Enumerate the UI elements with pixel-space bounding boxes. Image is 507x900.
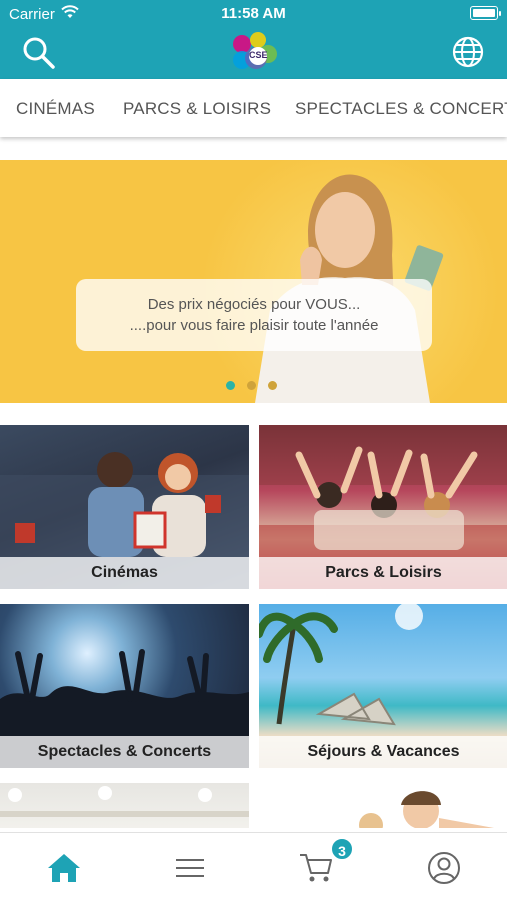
tab-parcs-loisirs[interactable]: PARCS & LOISIRS: [123, 99, 271, 119]
status-time: 11:58 AM: [221, 5, 286, 22]
ceiling-lights-image: [0, 786, 249, 817]
cart-icon[interactable]: [298, 851, 334, 885]
app-header: Carrier 11:58 AM CSE: [0, 0, 507, 79]
status-bar: Carrier 11:58 AM: [0, 0, 507, 28]
battery-icon: [470, 6, 501, 20]
logo-text: CSE: [249, 50, 268, 60]
category-label-spectacles-concerts: Spectacles & Concerts: [0, 736, 249, 768]
category-card-sejours-vacances[interactable]: Séjours & Vacances: [259, 604, 507, 768]
bottom-nav: [0, 832, 507, 900]
menu-icon[interactable]: [172, 851, 208, 885]
smiling-people-image: [359, 791, 494, 828]
category-card-spectacles-concerts[interactable]: Spectacles & Concerts: [0, 604, 249, 768]
search-icon[interactable]: [22, 36, 56, 70]
carousel-dot-2[interactable]: [247, 381, 256, 390]
banner-caption: Des prix négociés pour VOUS... ....pour …: [76, 279, 432, 351]
globe-icon[interactable]: [451, 35, 485, 69]
tab-cinemas[interactable]: CINÉMAS: [16, 99, 95, 119]
category-label-parcs-loisirs: Parcs & Loisirs: [259, 557, 507, 589]
carousel-dots: [226, 377, 289, 395]
banner-line-1: Des prix négociés pour VOUS...: [147, 296, 361, 313]
home-icon[interactable]: [46, 851, 82, 885]
cse-logo[interactable]: CSE: [228, 30, 282, 74]
category-card-5[interactable]: [0, 783, 249, 828]
carousel-dot-1[interactable]: [226, 381, 235, 390]
cart-count-badge: 3: [330, 837, 354, 861]
carousel-dot-3[interactable]: [268, 381, 277, 390]
category-card-parcs-loisirs[interactable]: Parcs & Loisirs: [259, 425, 507, 589]
category-label-sejours-vacances: Séjours & Vacances: [259, 736, 507, 768]
category-label-cinemas: Cinémas: [0, 557, 249, 589]
banner-line-2: ....pour vous faire plaisir toute l'anné…: [129, 317, 379, 334]
promo-banner[interactable]: Des prix négociés pour VOUS... ....pour …: [0, 160, 507, 403]
tab-spectacles-concerts[interactable]: SPECTACLES & CONCERTS: [295, 99, 507, 119]
category-card-6[interactable]: [259, 783, 507, 828]
category-card-cinemas[interactable]: Cinémas: [0, 425, 249, 589]
profile-icon[interactable]: [426, 851, 462, 885]
category-tabs: CINÉMAS PARCS & LOISIRS SPECTACLES & CON…: [0, 79, 507, 137]
